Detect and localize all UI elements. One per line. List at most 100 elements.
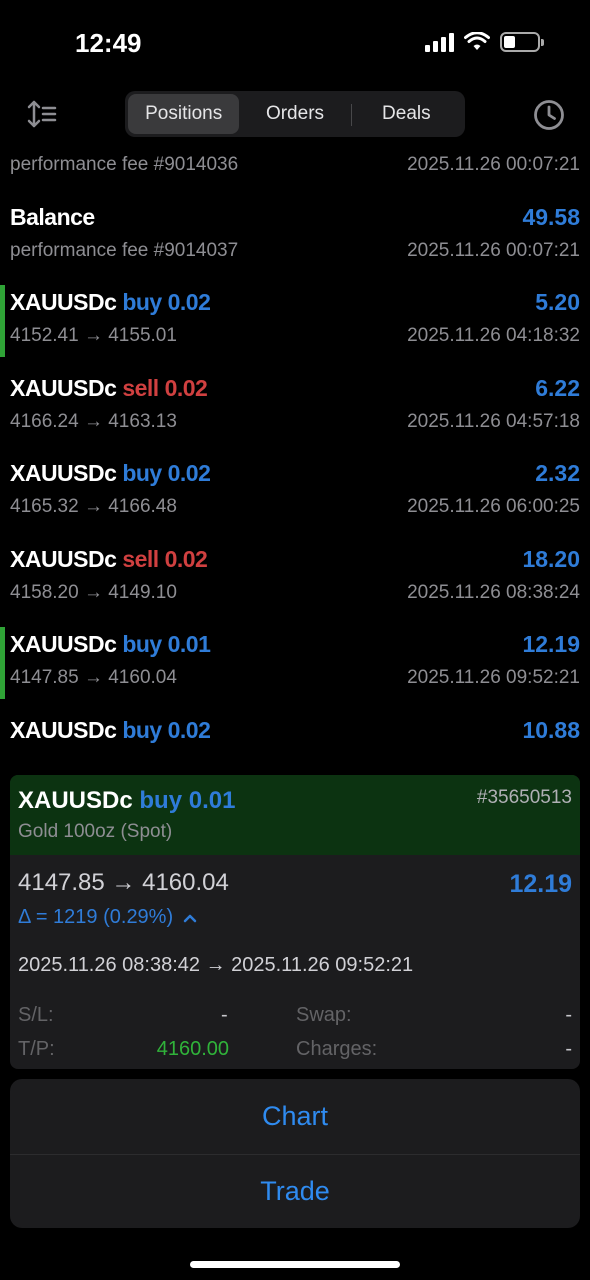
sl-value: - bbox=[221, 1004, 228, 1026]
charges-label: Charges: bbox=[296, 1038, 378, 1060]
home-indicator[interactable] bbox=[190, 1261, 400, 1268]
status-icons bbox=[425, 32, 544, 52]
cellular-signal-icon bbox=[425, 32, 454, 52]
detail-ticket: #35650513 bbox=[476, 787, 572, 808]
top-nav: Positions Orders Deals bbox=[0, 90, 590, 140]
deal-symbol: XAUUSDc bbox=[10, 631, 117, 657]
deal-symbol: XAUUSDc bbox=[10, 374, 117, 401]
deal-profit: 10.88 bbox=[522, 716, 580, 743]
deal-detail: performance fee #9014036 bbox=[10, 154, 239, 175]
deal-side: sell bbox=[122, 545, 159, 572]
tab-positions[interactable]: Positions bbox=[128, 94, 240, 134]
deal-row[interactable]: XAUUSDc sell 0.02 18.20 4158.20 → 4149.10 2… bbox=[0, 536, 590, 622]
deal-time: 2025.11.26 00:07:21 bbox=[407, 239, 580, 261]
tab-deals[interactable]: Deals bbox=[350, 94, 462, 134]
deal-time: 2025.11.26 00:07:21 bbox=[407, 154, 580, 175]
deal-detail: performance fee #9014037 bbox=[10, 239, 239, 261]
status-bar: 12:49 bbox=[0, 0, 590, 90]
trade-button[interactable]: Trade bbox=[10, 1153, 580, 1229]
deal-row[interactable]: Balance 9.92 performance fee #9014036 2025.… bbox=[0, 140, 590, 194]
deal-side: buy bbox=[122, 716, 162, 743]
deal-time: 2025.11.26 04:57:18 bbox=[407, 410, 580, 432]
swap-label: Swap: bbox=[296, 1004, 352, 1026]
deal-side: buy bbox=[122, 631, 162, 657]
deal-detail-header: XAUUSDc buy 0.01 #35650513 Gold 100oz (S… bbox=[10, 775, 580, 855]
deal-detail: 4165.32 → 4166.48 bbox=[10, 496, 177, 517]
deal-time: 2025.11.26 06:00:25 bbox=[407, 496, 580, 517]
status-time: 12:49 bbox=[75, 28, 142, 58]
deal-title: XAUUSDc buy 0.02 bbox=[10, 716, 211, 744]
deal-volume: 0.02 bbox=[164, 374, 208, 401]
deals-list-inner: Balance 9.92 performance fee #9014036 2025.… bbox=[0, 140, 590, 774]
deal-row[interactable]: XAUUSDc buy 0.01 12.19 4147.85 → 4160.04 20… bbox=[0, 621, 590, 707]
deal-profit: 12.19 bbox=[522, 631, 580, 657]
battery-icon bbox=[500, 32, 544, 52]
detail-description: Gold 100oz (Spot) bbox=[18, 821, 173, 842]
deal-time: 2025.11.26 04:18:32 bbox=[407, 325, 580, 346]
detail-times: 2025.11.26 08:38:42 → 2025.11.26 09:52:2… bbox=[18, 954, 414, 976]
deal-row[interactable]: XAUUSDc buy 0.02 2.32 4165.32 → 4166.48 202… bbox=[0, 450, 590, 536]
deal-profit: 49.58 bbox=[522, 203, 580, 230]
deal-title: XAUUSDc sell 0.02 bbox=[10, 374, 208, 402]
deal-symbol: XAUUSDc bbox=[10, 289, 117, 315]
tp-value: 4160.00 bbox=[156, 1038, 229, 1060]
deal-profit: 5.20 bbox=[535, 289, 580, 315]
deal-title: XAUUSDc buy 0.01 bbox=[10, 631, 211, 658]
deal-volume: 0.01 bbox=[167, 631, 211, 657]
deal-profit: 18.20 bbox=[522, 545, 580, 572]
chart-button[interactable]: Chart bbox=[10, 1079, 580, 1154]
deal-detail: 4158.20 → 4149.10 bbox=[10, 581, 177, 603]
deal-time: 2025.11.26 08:38:24 bbox=[407, 581, 580, 603]
deal-title: XAUUSDc buy 0.02 bbox=[10, 289, 211, 316]
deal-detail-title: XAUUSDc buy 0.01 bbox=[18, 787, 235, 815]
deal-symbol: XAUUSDc bbox=[10, 716, 117, 743]
action-sheet: Chart Trade bbox=[10, 1079, 580, 1228]
deal-title: Balance bbox=[10, 204, 95, 231]
deal-title: XAUUSDc sell 0.02 bbox=[10, 545, 208, 573]
deal-volume: 0.02 bbox=[167, 716, 211, 743]
wifi-icon bbox=[464, 32, 490, 50]
deal-side: sell bbox=[122, 374, 159, 401]
deal-detail: 4147.85 → 4160.04 bbox=[10, 667, 177, 688]
sl-label: S/L: bbox=[18, 1004, 54, 1026]
deals-list[interactable]: Balance 9.92 performance fee #9014036 2025.… bbox=[0, 140, 590, 774]
open-position-marker bbox=[0, 627, 5, 699]
detail-symbol: XAUUSDc bbox=[18, 787, 133, 814]
deal-row[interactable]: XAUUSDc buy 0.02 5.20 4152.41 → 4155.01 202… bbox=[0, 279, 590, 365]
detail-delta: Δ = 1219 (0.29%) bbox=[18, 906, 197, 929]
chevron-up-icon[interactable] bbox=[183, 913, 197, 923]
deal-detail-card[interactable]: XAUUSDc buy 0.01 #35650513 Gold 100oz (S… bbox=[10, 775, 580, 1069]
deal-profit: 6.22 bbox=[535, 374, 580, 401]
deal-profit: 2.32 bbox=[535, 460, 580, 486]
detail-volume: 0.01 bbox=[188, 787, 236, 814]
tab-orders[interactable]: Orders bbox=[239, 94, 350, 134]
deal-symbol: XAUUSDc bbox=[10, 460, 117, 486]
segmented-control: Positions Orders Deals bbox=[125, 91, 465, 137]
deal-time: 2025.11.26 09:52:21 bbox=[407, 667, 580, 688]
deal-volume: 0.02 bbox=[167, 289, 211, 315]
detail-prices: 4147.85 → 4160.04 bbox=[18, 869, 229, 896]
tp-label: T/P: bbox=[18, 1038, 55, 1060]
deal-row[interactable]: XAUUSDc buy 0.02 10.88 bbox=[0, 707, 590, 775]
clock-icon[interactable] bbox=[532, 98, 566, 132]
deal-profit: 9.92 bbox=[535, 140, 580, 145]
deal-volume: 0.02 bbox=[164, 545, 208, 572]
swap-value: - bbox=[565, 1004, 572, 1026]
deal-detail: 4152.41 → 4155.01 bbox=[10, 325, 177, 346]
deal-side: buy bbox=[122, 460, 162, 486]
charges-value: - bbox=[565, 1038, 572, 1060]
sort-icon[interactable] bbox=[26, 98, 58, 130]
deal-symbol: Balance bbox=[10, 203, 95, 230]
deal-title: Balance bbox=[10, 140, 95, 145]
deal-row[interactable]: Balance 49.58 performance fee #9014037 2025… bbox=[0, 194, 590, 280]
deal-symbol: Balance bbox=[10, 140, 95, 144]
deal-side: buy bbox=[122, 289, 162, 315]
detail-delta-text: Δ = 1219 (0.29%) bbox=[18, 906, 174, 928]
deal-detail: 4166.24 → 4163.13 bbox=[10, 410, 177, 432]
deal-symbol: XAUUSDc bbox=[10, 545, 117, 572]
detail-side: buy bbox=[139, 787, 183, 814]
deal-row[interactable]: XAUUSDc sell 0.02 6.22 4166.24 → 4163.13 20… bbox=[0, 365, 590, 451]
open-position-marker bbox=[0, 285, 5, 357]
deal-title: XAUUSDc buy 0.02 bbox=[10, 460, 211, 487]
deal-volume: 0.02 bbox=[167, 460, 211, 486]
